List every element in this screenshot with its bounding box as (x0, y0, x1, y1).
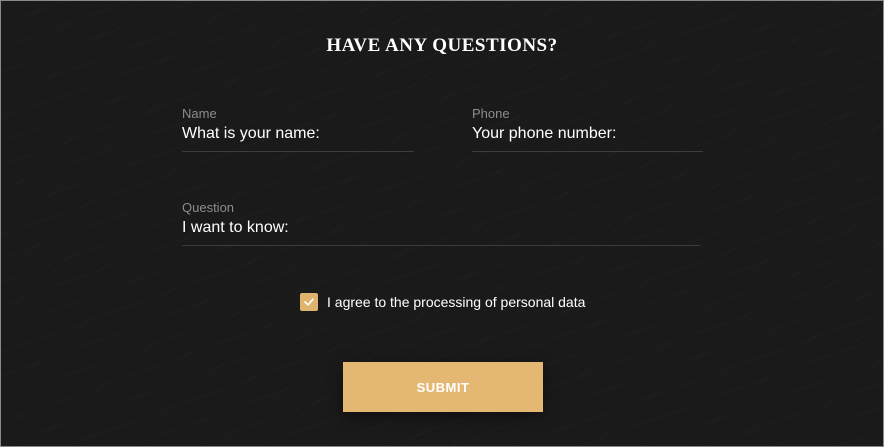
name-label: Name (182, 106, 217, 121)
question-input[interactable] (182, 217, 700, 246)
questions-form-section: HAVE ANY QUESTIONS? Name Phone Question … (0, 0, 884, 447)
consent-row: I agree to the processing of personal da… (300, 293, 585, 311)
name-field: Name (182, 106, 414, 152)
question-label: Question (182, 200, 235, 215)
check-icon (304, 298, 314, 306)
consent-label: I agree to the processing of personal da… (327, 294, 586, 310)
question-field: Question (182, 200, 700, 246)
phone-label: Phone (472, 106, 510, 121)
consent-checkbox[interactable] (300, 293, 318, 311)
phone-input[interactable] (472, 123, 703, 152)
submit-button[interactable]: SUBMIT (343, 362, 543, 412)
phone-field: Phone (472, 106, 703, 152)
name-input[interactable] (182, 123, 414, 152)
form-title: HAVE ANY QUESTIONS? (326, 35, 558, 56)
